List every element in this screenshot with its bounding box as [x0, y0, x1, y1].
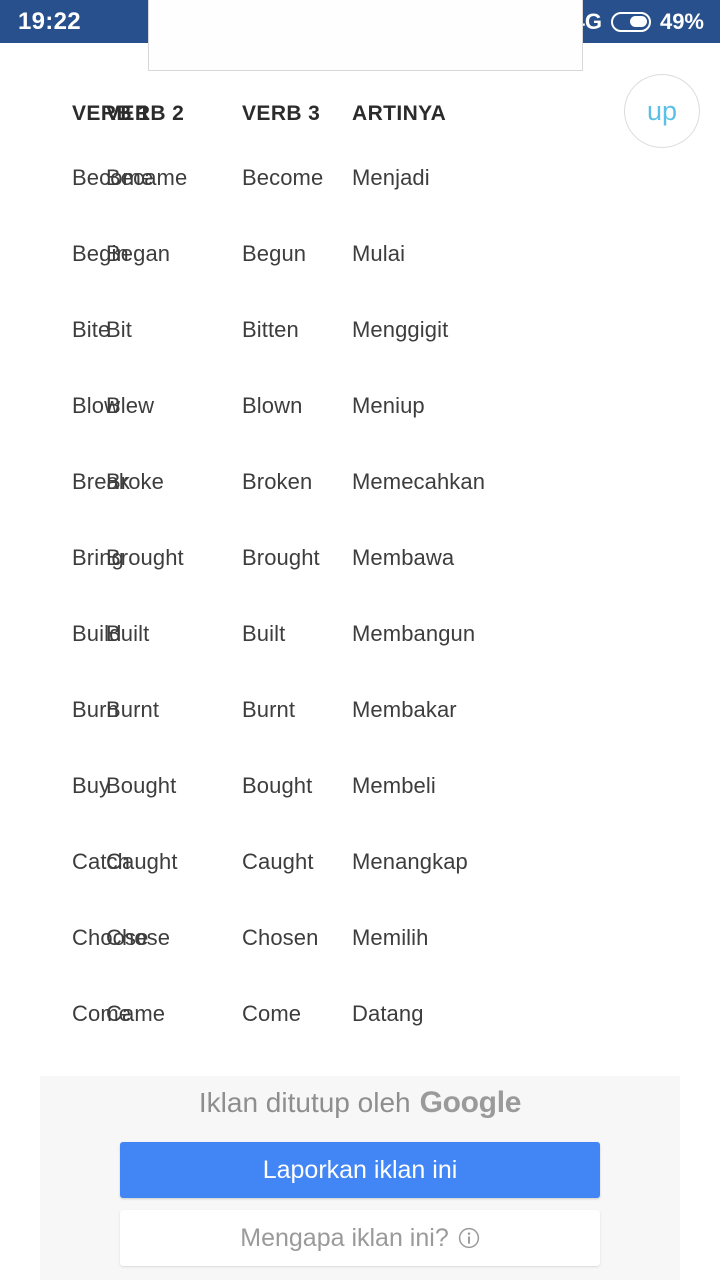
- report-ad-button[interactable]: Laporkan iklan ini: [120, 1142, 600, 1198]
- cell-verb2: Chose: [106, 925, 171, 950]
- cell-verb1: Bite: [72, 317, 111, 342]
- cell-verb1: Come: [72, 1001, 132, 1026]
- cell-verb3: Come: [242, 1001, 302, 1026]
- cell-verb2: Bought: [106, 773, 177, 798]
- cell-verb2: Brought: [106, 545, 184, 570]
- cell-verb2: Became: [106, 165, 188, 190]
- table-row: Catch Caught Caught Menangkap: [0, 824, 640, 900]
- cell-verb3: Broken: [242, 469, 313, 494]
- cell-verb1: Become: [72, 165, 154, 190]
- cell-artinya: Membakar: [352, 697, 457, 722]
- cell-verb2: Came: [106, 1001, 166, 1026]
- ad-closed-text: Iklan ditutup oleh: [198, 1087, 411, 1118]
- cell-verb1: Break: [72, 469, 130, 494]
- cell-artinya: Menjadi: [352, 165, 430, 190]
- table-row: Buy Bought Bought Membeli: [0, 748, 640, 824]
- cell-verb3: Blown: [242, 393, 303, 418]
- cell-verb1: Buy: [72, 773, 111, 798]
- cell-verb1: Choose: [72, 925, 149, 950]
- table-row: Come Came Come Datang: [0, 976, 640, 1052]
- column-header-artinya: ARTINYA: [352, 102, 447, 125]
- cell-verb2: Bit: [106, 317, 132, 342]
- why-this-ad-label: Mengapa iklan ini?: [240, 1223, 449, 1252]
- cell-verb2: Caught: [106, 849, 178, 874]
- cell-verb3: Brought: [242, 545, 320, 570]
- table-row: Build Built Built Membangun: [0, 596, 640, 672]
- cell-verb2: Blew: [106, 393, 155, 418]
- table-row: Blow Blew Blown Meniup: [0, 368, 640, 444]
- column-header-verb3: VERB 3: [242, 102, 321, 125]
- table-row: Burn Burnt Burnt Membakar: [0, 672, 640, 748]
- cell-verb3: Bitten: [242, 317, 299, 342]
- top-partial-content-box: [148, 0, 583, 71]
- table-row: Begin Began Begun Mulai: [0, 216, 640, 292]
- cell-artinya: Membawa: [352, 545, 455, 570]
- phone-screen: 19:22 4G 49% up VERB 1 VERB 2 VERB 3 ART…: [0, 0, 720, 1280]
- cell-artinya: Menggigit: [352, 317, 449, 342]
- table-row: Break Broke Broken Memecahkan: [0, 444, 640, 520]
- google-logo: Google: [419, 1086, 522, 1119]
- cell-verb2: Began: [106, 241, 171, 266]
- cell-verb3: Begun: [242, 241, 307, 266]
- table-row: Bite Bit Bitten Menggigit: [0, 292, 640, 368]
- cell-verb1: Build: [72, 621, 122, 646]
- ad-closed-panel: Iklan ditutup oleh Google Laporkan iklan…: [40, 1076, 680, 1280]
- column-header-verb2: VERB 2: [106, 102, 185, 125]
- cell-artinya: Memilih: [352, 925, 429, 950]
- cell-verb2: Burnt: [106, 697, 160, 722]
- column-header-verb1: VERB 1: [72, 102, 151, 125]
- ad-closed-headline: Iklan ditutup oleh Google: [198, 1086, 522, 1138]
- battery-icon: [610, 11, 651, 32]
- cell-verb3: Built: [242, 621, 286, 646]
- cell-artinya: Membangun: [352, 621, 476, 646]
- battery-percent-label: 49%: [659, 8, 704, 34]
- table-row: Bring Brought Brought Membawa: [0, 520, 640, 596]
- table-row: Choose Chose Chosen Memilih: [0, 900, 640, 976]
- cell-verb3: Bought: [242, 773, 313, 798]
- table-row: Become Became Become Menjadi: [0, 140, 640, 216]
- report-ad-label: Laporkan iklan ini: [262, 1155, 458, 1184]
- scroll-up-label: up: [646, 95, 678, 126]
- cell-verb1: Blow: [72, 393, 121, 418]
- cell-verb3: Burnt: [242, 697, 296, 722]
- cell-verb1: Burn: [72, 697, 119, 722]
- status-clock: 19:22: [18, 7, 81, 35]
- cell-verb2: Built: [106, 621, 150, 646]
- scroll-up-button[interactable]: up: [624, 74, 700, 148]
- info-circle-icon: [458, 1227, 479, 1249]
- cell-artinya: Memecahkan: [352, 469, 486, 494]
- cell-artinya: Meniup: [352, 393, 425, 418]
- cell-artinya: Menangkap: [352, 849, 468, 874]
- cell-artinya: Datang: [352, 1001, 424, 1026]
- table-header-row: VERB 1 VERB 2 VERB 3 ARTINYA: [0, 88, 640, 140]
- cell-verb3: Caught: [242, 849, 314, 874]
- irregular-verbs-table: VERB 1 VERB 2 VERB 3 ARTINYA Become Beca…: [0, 88, 640, 1052]
- cell-verb1: Bring: [72, 545, 124, 570]
- cell-verb3: Become: [242, 165, 324, 190]
- cell-verb3: Chosen: [242, 925, 319, 950]
- cell-verb1: Begin: [72, 241, 129, 266]
- cell-artinya: Mulai: [352, 241, 406, 266]
- cell-artinya: Membeli: [352, 773, 436, 798]
- cell-verb2: Broke: [106, 469, 164, 494]
- cell-verb1: Catch: [72, 849, 130, 874]
- why-this-ad-button[interactable]: Mengapa iklan ini?: [120, 1210, 600, 1266]
